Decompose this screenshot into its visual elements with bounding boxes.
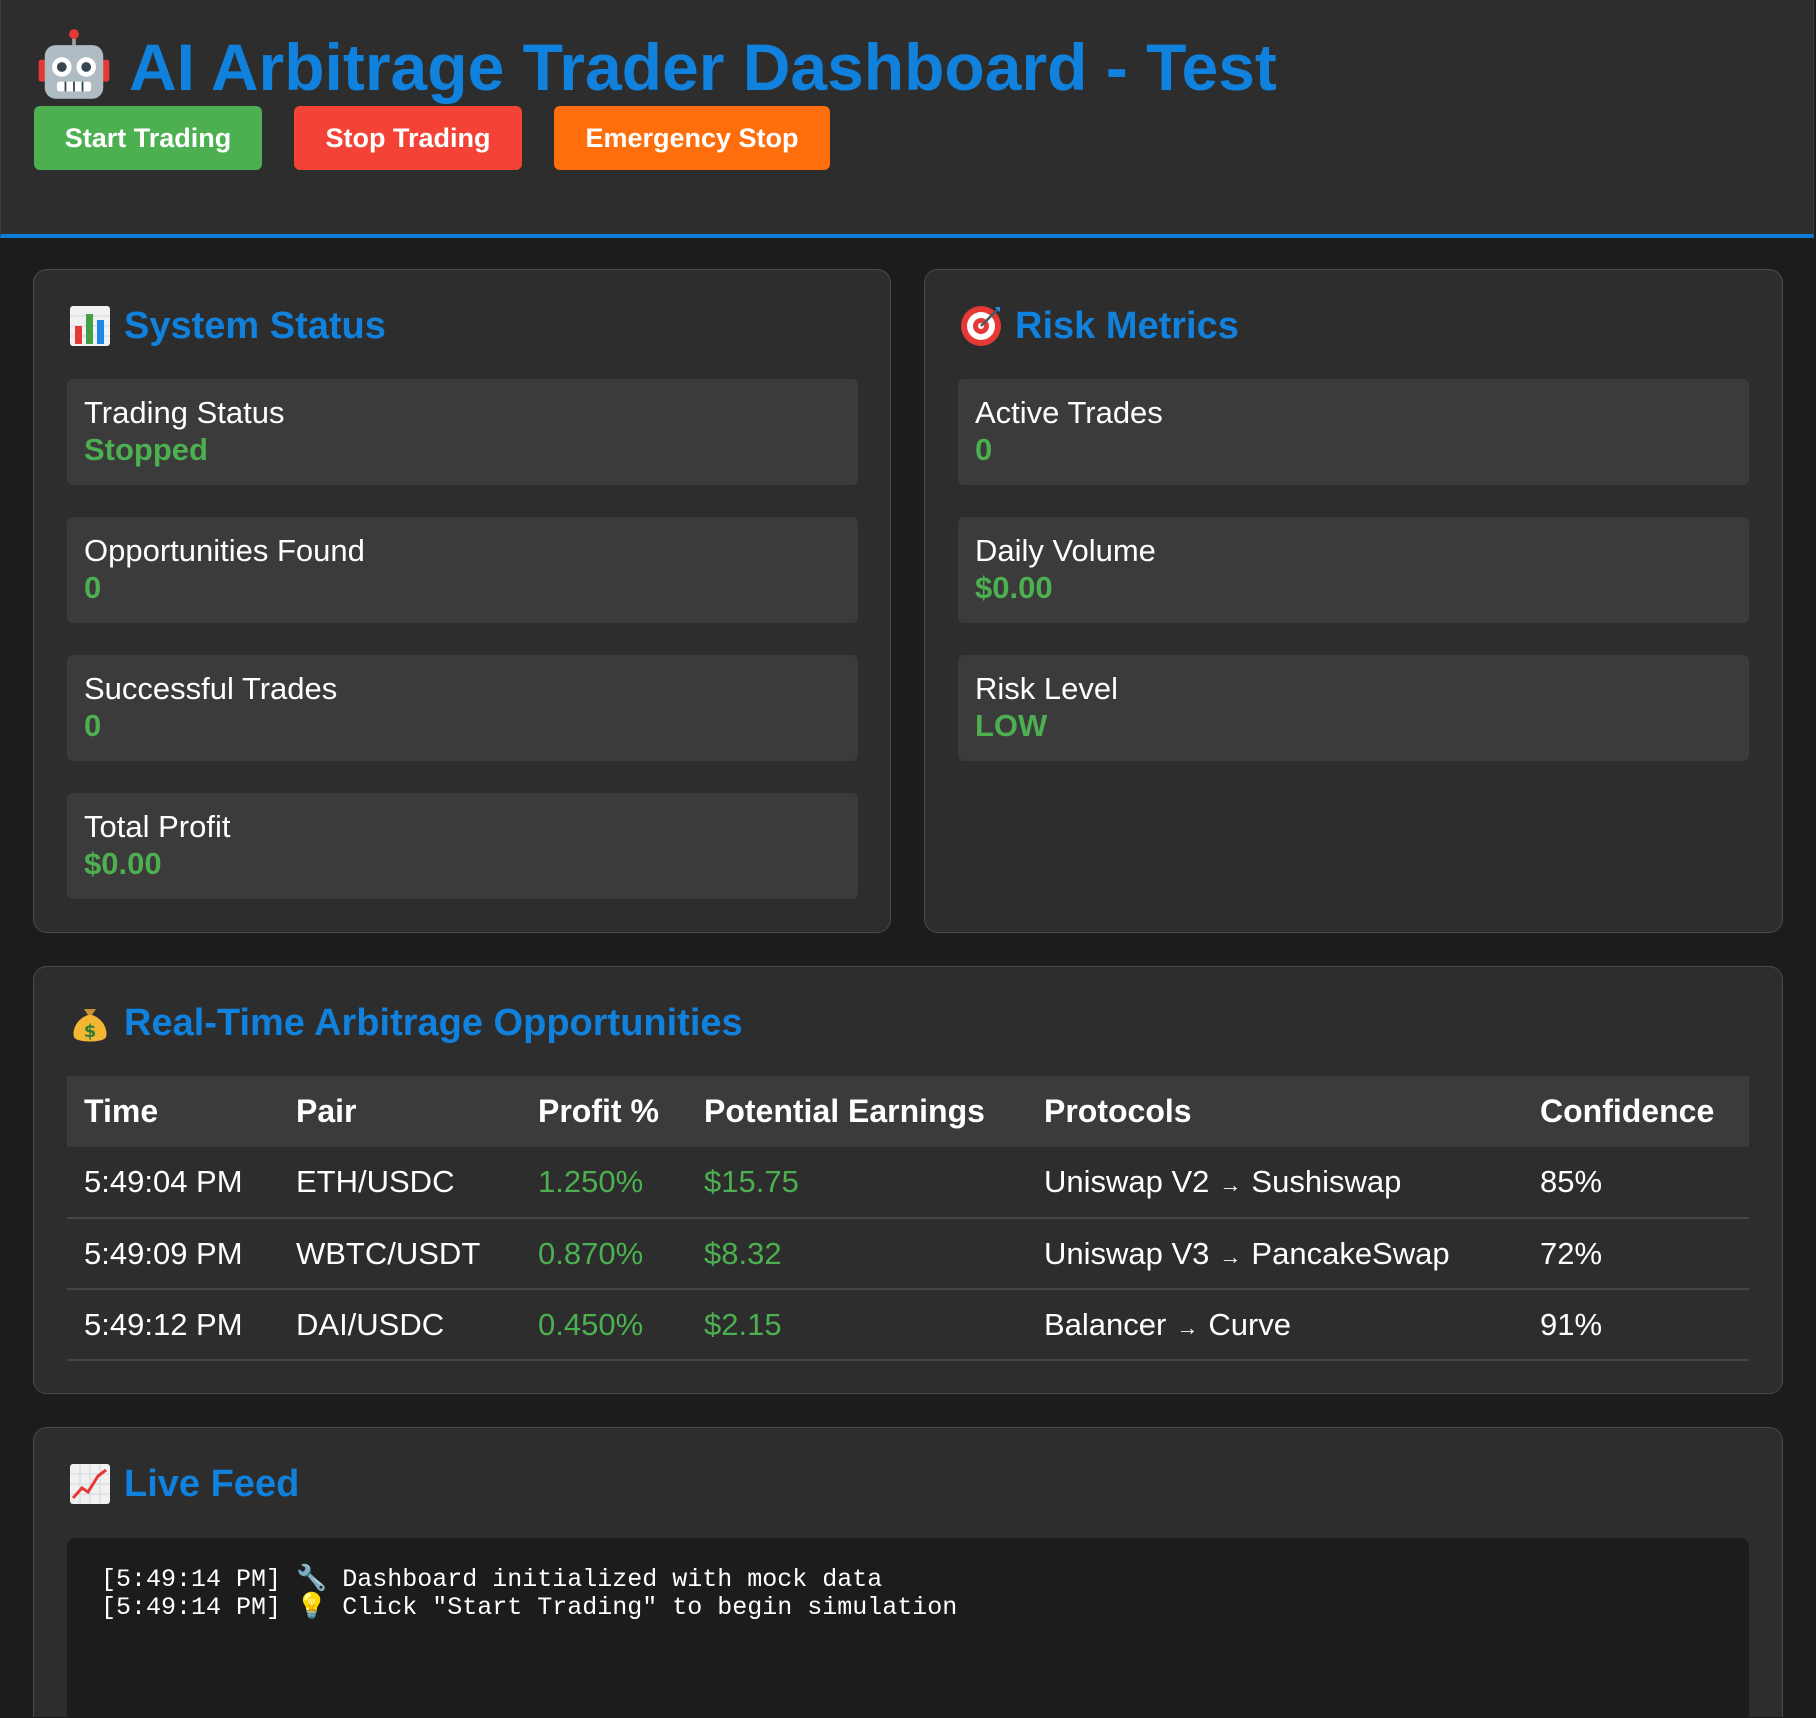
- column-header-earnings: Potential Earnings: [687, 1076, 1027, 1147]
- risk-level-metric: Risk Level LOW: [958, 655, 1749, 761]
- column-header-profit: Profit %: [521, 1076, 687, 1147]
- log-text: Dashboard initialized with mock data: [342, 1565, 883, 1594]
- system-status-title-text: System Status: [124, 304, 386, 347]
- metric-label: Opportunities Found: [84, 533, 365, 568]
- risk-metrics-title-text: Risk Metrics: [1015, 304, 1239, 347]
- opportunities-found-metric: Opportunities Found 0: [67, 517, 858, 623]
- cell-profit: 0.870%: [521, 1218, 687, 1290]
- table-row[interactable]: 5:49:12 PM DAI/USDC 0.450% $2.15 Balance…: [67, 1289, 1749, 1361]
- daily-volume-metric: Daily Volume $0.00: [958, 517, 1749, 623]
- system-status-title: System Status: [68, 304, 386, 348]
- trading-status-metric: Trading Status Stopped: [67, 379, 858, 485]
- live-feed-log[interactable]: [5:49:14 PM] 🔧 Dashboard initialized wit…: [67, 1538, 1749, 1718]
- robot-icon: [38, 29, 110, 99]
- table-row[interactable]: 5:49:04 PM ETH/USDC 1.250% $15.75 Uniswa…: [67, 1147, 1749, 1219]
- cell-pair: WBTC/USDT: [279, 1218, 521, 1290]
- protocol-from: Uniswap V3: [1044, 1235, 1210, 1271]
- metric-value: LOW: [975, 708, 1048, 743]
- money-bag-icon: $: [73, 1009, 107, 1042]
- metric-label: Successful Trades: [84, 671, 338, 706]
- dashboard-header: AI Arbitrage Trader Dashboard - Test Sta…: [0, 0, 1814, 238]
- log-line: [5:49:14 PM] 💡 Click "Start Trading" to …: [101, 1594, 1749, 1622]
- log-time: [5:49:14 PM]: [101, 1565, 282, 1594]
- live-feed-panel: Live Feed [5:49:14 PM] 🔧 Dashboard initi…: [33, 1427, 1783, 1718]
- cell-confidence: 85%: [1523, 1147, 1749, 1219]
- cell-earnings: $2.15: [687, 1289, 1027, 1361]
- total-profit-metric: Total Profit $0.00: [67, 793, 858, 899]
- trading-controls: Start Trading Stop Trading Emergency Sto…: [34, 106, 830, 170]
- protocol-from: Balancer: [1044, 1306, 1167, 1342]
- metric-value: 0: [84, 708, 102, 743]
- protocol-to: Curve: [1208, 1306, 1292, 1342]
- wrench-icon: 🔧: [296, 1565, 328, 1594]
- metric-label: Active Trades: [975, 395, 1163, 430]
- page-title: AI Arbitrage Trader Dashboard - Test: [35, 28, 1277, 106]
- cell-profit: 1.250%: [521, 1147, 687, 1219]
- chart-increasing-icon: [70, 1464, 110, 1504]
- arrow-right-icon: →: [1219, 1172, 1242, 1197]
- live-feed-title-text: Live Feed: [124, 1462, 300, 1505]
- arrow-right-icon: →: [1176, 1314, 1199, 1340]
- risk-metrics-title: Risk Metrics: [959, 304, 1239, 348]
- page-title-text: AI Arbitrage Trader Dashboard - Test: [129, 30, 1277, 104]
- column-header-time: Time: [67, 1076, 279, 1147]
- cell-time: 5:49:12 PM: [67, 1289, 279, 1361]
- arrow-right-icon: →: [1219, 1243, 1242, 1269]
- protocol-to: PancakeSwap: [1251, 1235, 1450, 1271]
- table-row[interactable]: 5:49:09 PM WBTC/USDT 0.870% $8.32 Uniswa…: [67, 1218, 1749, 1290]
- system-status-panel: System Status Trading Status Stopped Opp…: [33, 269, 891, 933]
- column-header-pair: Pair: [279, 1076, 521, 1147]
- log-time: [5:49:14 PM]: [101, 1593, 282, 1622]
- opportunities-panel: $ Real-Time Arbitrage Opportunities Time…: [33, 966, 1783, 1394]
- cell-pair: ETH/USDC: [279, 1147, 521, 1219]
- successful-trades-metric: Successful Trades 0: [67, 655, 858, 761]
- cell-protocols: Uniswap V2 → Sushiswap: [1027, 1147, 1523, 1219]
- cell-protocols: Balancer → Curve: [1027, 1289, 1523, 1361]
- metric-label: Risk Level: [975, 671, 1118, 706]
- log-text: Click "Start Trading" to begin simulatio…: [342, 1593, 958, 1622]
- live-feed-title: Live Feed: [68, 1462, 299, 1506]
- log-line: [5:49:14 PM] 🔧 Dashboard initialized wit…: [101, 1566, 1749, 1594]
- cell-time: 5:49:09 PM: [67, 1218, 279, 1290]
- table-header-row: Time Pair Profit % Potential Earnings Pr…: [67, 1076, 1749, 1147]
- cell-protocols: Uniswap V3 → PancakeSwap: [1027, 1218, 1523, 1290]
- opportunities-title: $ Real-Time Arbitrage Opportunities: [68, 1001, 743, 1045]
- target-icon: [961, 306, 1001, 346]
- protocol-to: Sushiswap: [1251, 1164, 1402, 1199]
- cell-earnings: $8.32: [687, 1218, 1027, 1290]
- opportunities-table: Time Pair Profit % Potential Earnings Pr…: [67, 1076, 1749, 1361]
- cell-pair: DAI/USDC: [279, 1289, 521, 1361]
- start-trading-button[interactable]: Start Trading: [34, 106, 262, 170]
- metric-value: 0: [84, 570, 102, 605]
- svg-text:$: $: [84, 1021, 97, 1042]
- cell-confidence: 72%: [1523, 1218, 1749, 1290]
- cell-time: 5:49:04 PM: [67, 1147, 279, 1219]
- metric-value: $0.00: [975, 570, 1053, 605]
- column-header-confidence: Confidence: [1523, 1076, 1749, 1147]
- risk-metrics-panel: Risk Metrics Active Trades 0 Daily Volum…: [924, 269, 1783, 933]
- stop-trading-button[interactable]: Stop Trading: [294, 106, 522, 170]
- metric-label: Daily Volume: [975, 533, 1156, 568]
- metric-value: $0.00: [84, 846, 162, 881]
- active-trades-metric: Active Trades 0: [958, 379, 1749, 485]
- cell-confidence: 91%: [1523, 1289, 1749, 1361]
- protocol-from: Uniswap V2: [1044, 1164, 1210, 1199]
- metric-value: Stopped: [84, 432, 208, 467]
- light-bulb-icon: 💡: [296, 1593, 328, 1622]
- metric-label: Total Profit: [84, 809, 231, 844]
- cell-profit: 0.450%: [521, 1289, 687, 1361]
- column-header-protocols: Protocols: [1027, 1076, 1523, 1147]
- opportunities-title-text: Real-Time Arbitrage Opportunities: [124, 1001, 743, 1044]
- bar-chart-icon: [70, 306, 110, 346]
- metric-value: 0: [975, 432, 993, 467]
- cell-earnings: $15.75: [687, 1147, 1027, 1219]
- emergency-stop-button[interactable]: Emergency Stop: [554, 106, 830, 170]
- metric-label: Trading Status: [84, 395, 285, 430]
